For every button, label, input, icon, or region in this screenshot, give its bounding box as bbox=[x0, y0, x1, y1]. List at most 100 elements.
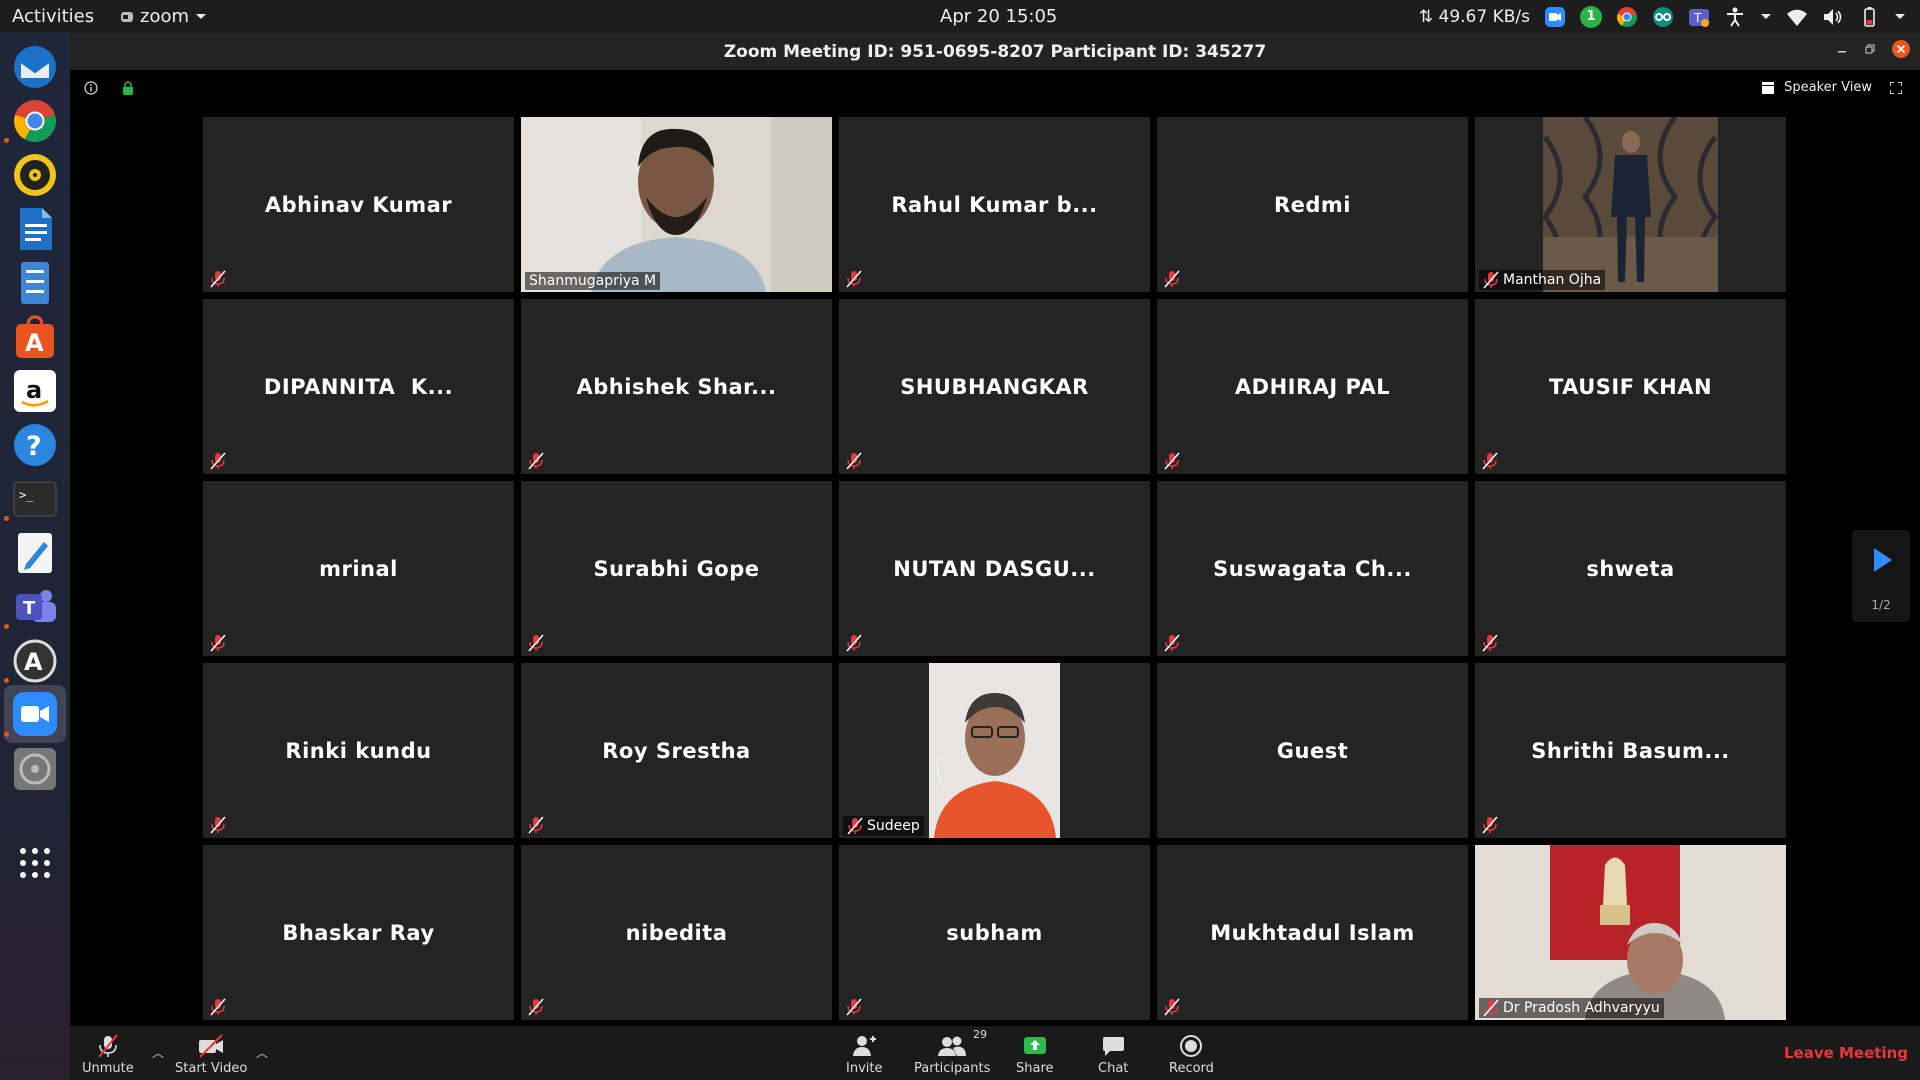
start-video-label: Start Video bbox=[175, 1061, 248, 1076]
page-indicator: 1/2 bbox=[1871, 598, 1891, 612]
zoom-tray-icon[interactable] bbox=[1544, 6, 1566, 28]
muted-mic-icon bbox=[846, 634, 862, 652]
participant-tile[interactable]: Guest bbox=[1157, 663, 1468, 838]
info-icon[interactable] bbox=[84, 81, 98, 95]
participant-tile[interactable]: Redmi bbox=[1157, 117, 1468, 292]
battery-icon[interactable] bbox=[1858, 6, 1880, 28]
disc-icon[interactable] bbox=[11, 745, 59, 793]
rhythmbox-icon[interactable] bbox=[11, 151, 59, 199]
participant-name: Abhinav Kumar bbox=[264, 192, 453, 217]
accessibility-icon[interactable] bbox=[1724, 6, 1746, 28]
text-editor-icon[interactable] bbox=[11, 529, 59, 577]
participant-tile[interactable]: shweta bbox=[1475, 481, 1786, 656]
fullscreen-icon[interactable] bbox=[1890, 81, 1902, 94]
muted-mic-icon bbox=[1482, 634, 1498, 652]
muted-mic-icon bbox=[210, 816, 226, 834]
video-feed bbox=[1475, 845, 1786, 1020]
muted-mic-icon bbox=[1164, 270, 1180, 288]
participant-tile[interactable]: ADHIRAJ PAL bbox=[1157, 299, 1468, 474]
close-icon[interactable] bbox=[1892, 40, 1910, 58]
teams-tray-icon[interactable]: T bbox=[1688, 6, 1710, 28]
chrome-tray-icon[interactable] bbox=[1616, 6, 1638, 28]
thunderbird-icon[interactable] bbox=[11, 43, 59, 91]
leave-meeting-button[interactable]: Leave Meeting bbox=[1784, 1044, 1908, 1062]
next-page-button[interactable]: 1/2 bbox=[1852, 530, 1910, 622]
participant-name: Guest bbox=[1276, 738, 1349, 763]
participant-tile[interactable]: DIPANNITA K... bbox=[203, 299, 514, 474]
wifi-icon[interactable] bbox=[1786, 6, 1808, 28]
chevron-up-icon[interactable]: ︿ bbox=[256, 1044, 268, 1061]
record-button[interactable]: Record bbox=[1169, 1034, 1214, 1076]
participant-name: Suswagata Ch... bbox=[1213, 556, 1412, 581]
muted-mic-icon bbox=[846, 270, 862, 288]
ubuntu-software-icon[interactable]: A bbox=[11, 313, 59, 361]
speaker-view-button[interactable]: Speaker View bbox=[1762, 80, 1902, 95]
running-indicator bbox=[4, 678, 9, 683]
dock: A a ? >_ T A bbox=[0, 33, 70, 1080]
share-button[interactable]: Share bbox=[1016, 1034, 1054, 1076]
participant-tile[interactable]: SHUBHANGKAR bbox=[839, 299, 1150, 474]
lock-icon[interactable] bbox=[122, 81, 134, 95]
muted-mic-icon bbox=[528, 816, 544, 834]
minimize-icon[interactable] bbox=[1836, 43, 1848, 55]
participant-tile[interactable]: Suswagata Ch... bbox=[1157, 481, 1468, 656]
teams-icon[interactable]: T bbox=[11, 583, 59, 631]
participant-tile[interactable]: Manthan Ojha bbox=[1475, 117, 1786, 292]
files-icon[interactable] bbox=[11, 259, 59, 307]
participant-name: Rinki kundu bbox=[285, 738, 432, 763]
participant-tile[interactable]: Shrithi Basum... bbox=[1475, 663, 1786, 838]
clock[interactable]: Apr 20 15:05 bbox=[940, 6, 1057, 27]
participant-tile[interactable]: Dr Pradosh Adhvaryyu bbox=[1475, 845, 1786, 1020]
participant-tile[interactable]: Surabhi Gope bbox=[521, 481, 832, 656]
window-title-bar: Zoom Meeting ID: 951-0695-8207 Participa… bbox=[70, 33, 1920, 70]
participant-tile[interactable]: mrinal bbox=[203, 481, 514, 656]
chat-button[interactable]: Chat bbox=[1098, 1034, 1128, 1076]
show-applications-icon[interactable] bbox=[11, 839, 59, 887]
app-menu[interactable]: zoom bbox=[120, 6, 207, 27]
participant-tile[interactable]: Mukhtadul Islam bbox=[1157, 845, 1468, 1020]
amazon-icon[interactable]: a bbox=[11, 367, 59, 415]
chat-icon bbox=[1103, 1037, 1125, 1056]
muted-mic-icon bbox=[98, 1034, 118, 1058]
volume-icon[interactable] bbox=[1822, 6, 1844, 28]
participant-tile[interactable]: subham bbox=[839, 845, 1150, 1020]
muted-mic-icon bbox=[528, 998, 544, 1016]
participant-tile-active-speaker[interactable]: Shanmugapriya M bbox=[521, 117, 832, 292]
participant-tile[interactable]: Roy Srestha bbox=[521, 663, 832, 838]
chevron-down-icon[interactable] bbox=[1760, 13, 1772, 21]
invite-button[interactable]: Invite bbox=[846, 1034, 882, 1076]
participant-tile[interactable]: Abhishek Shar... bbox=[521, 299, 832, 474]
chevron-down-icon[interactable] bbox=[1894, 13, 1906, 21]
chrome-icon[interactable] bbox=[11, 97, 59, 145]
libreoffice-writer-icon[interactable] bbox=[11, 205, 59, 253]
participant-tile[interactable]: Abhinav Kumar bbox=[203, 117, 514, 292]
notification-icon[interactable]: 1 bbox=[1580, 6, 1602, 28]
participant-tile[interactable]: TAUSIF KHAN bbox=[1475, 299, 1786, 474]
muted-mic-icon bbox=[1482, 452, 1498, 470]
chevron-up-icon[interactable]: ︿ bbox=[152, 1044, 164, 1061]
participant-tile[interactable]: Bhaskar Ray bbox=[203, 845, 514, 1020]
zoom-dock-icon[interactable] bbox=[4, 685, 66, 743]
svg-text:?: ? bbox=[26, 431, 42, 462]
restore-icon[interactable] bbox=[1864, 43, 1876, 55]
vpn-tray-icon[interactable] bbox=[1652, 6, 1674, 28]
unmute-button[interactable]: Unmute bbox=[82, 1034, 134, 1076]
update-manager-icon[interactable]: A bbox=[11, 637, 59, 685]
muted-mic-icon bbox=[210, 452, 226, 470]
participant-name: Roy Srestha bbox=[602, 738, 751, 763]
participant-name: mrinal bbox=[319, 556, 398, 581]
terminal-icon[interactable]: >_ bbox=[11, 475, 59, 523]
activities-button[interactable]: Activities bbox=[12, 6, 94, 27]
participant-tile[interactable]: Rinki kundu bbox=[203, 663, 514, 838]
help-icon[interactable]: ? bbox=[11, 421, 59, 469]
video-feed bbox=[839, 663, 1150, 838]
participant-tile[interactable]: Sudeep bbox=[839, 663, 1150, 838]
muted-mic-icon bbox=[210, 998, 226, 1016]
muted-mic-icon bbox=[846, 998, 862, 1016]
participant-name-label: Shanmugapriya M bbox=[525, 272, 661, 290]
start-video-button[interactable]: Start Video bbox=[175, 1034, 247, 1076]
svg-text:>_: >_ bbox=[19, 488, 34, 502]
participant-tile[interactable]: nibedita bbox=[521, 845, 832, 1020]
participant-tile[interactable]: NUTAN DASGU... bbox=[839, 481, 1150, 656]
participant-tile[interactable]: Rahul Kumar b... bbox=[839, 117, 1150, 292]
